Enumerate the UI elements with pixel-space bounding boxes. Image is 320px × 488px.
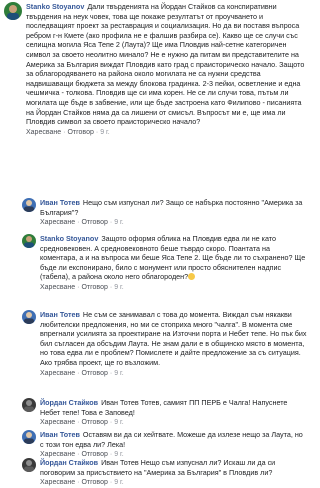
timestamp[interactable]: 9 г.: [114, 419, 123, 426]
comment-body: Йордан Стайков Иван Тотев Тотев, самият П…: [40, 398, 307, 417]
comment-author[interactable]: Йордан Стайков: [40, 398, 98, 407]
comment: Иван Тотев Нещо съм изпуснал ли? Защо се …: [22, 198, 307, 228]
smile-emoji-icon: [188, 273, 196, 281]
comment: Иван Тотев Оставям ви да си хейтвате. Мож…: [22, 430, 307, 460]
comment-body: Иван Тотев Оставям ви да си хейтвате. Мож…: [40, 430, 307, 449]
comment-thread: Stanko Stoyanov Дали твърденията на Йорда…: [0, 0, 311, 486]
comment-author[interactable]: Иван Тотев: [40, 198, 80, 207]
comment-body: Иван Тотев Не съм се занимавал с това до …: [40, 310, 307, 368]
comment-author[interactable]: Stanko Stoyanov: [26, 2, 84, 11]
comment: Stanko Stoyanov Защото оформя облика на П…: [22, 234, 307, 293]
avatar[interactable]: [22, 430, 36, 444]
comment-author[interactable]: Иван Тотев: [40, 310, 80, 319]
comment: Йордан Стайков Иван Тотев Нещо съм изпусн…: [22, 458, 307, 488]
like-button[interactable]: Харесване: [40, 479, 75, 486]
comment-body: Stanko Stoyanov Дали твърденията на Йорда…: [26, 2, 307, 127]
avatar[interactable]: [22, 398, 36, 412]
timestamp[interactable]: 9 г.: [114, 479, 123, 486]
comment-text: Дали твърденията на Йордан Стайков са ко…: [26, 2, 305, 127]
reply-button[interactable]: Отговор: [81, 284, 107, 291]
reply-button[interactable]: Отговор: [67, 129, 93, 136]
timestamp[interactable]: 9 г.: [114, 284, 123, 291]
user-photo-icon: [24, 432, 34, 444]
comment-actions: Харесване · Отговор · 9 г.: [40, 283, 124, 291]
comment-body: Stanko Stoyanov Защото оформя облика на П…: [40, 234, 307, 282]
reply-button[interactable]: Отговор: [81, 370, 107, 377]
user-photo-icon: [7, 5, 19, 20]
like-button[interactable]: Харесване: [40, 419, 75, 426]
timestamp[interactable]: 9 г.: [114, 219, 123, 226]
avatar[interactable]: [22, 458, 36, 472]
comment-body: Йордан Стайков Иван Тотев Нещо съм изпусн…: [40, 458, 307, 477]
comment-actions: Харесване · Отговор · 9 г.: [26, 128, 110, 136]
comment-actions: Харесване · Отговор · 9 г.: [40, 419, 124, 427]
like-button[interactable]: Харесване: [40, 284, 75, 291]
user-photo-icon: [24, 400, 34, 412]
avatar[interactable]: [22, 310, 36, 324]
comment-body: Иван Тотев Нещо съм изпуснал ли? Защо се …: [40, 198, 307, 217]
like-button[interactable]: Харесване: [40, 219, 75, 226]
like-button[interactable]: Харесване: [40, 370, 75, 377]
reply-button[interactable]: Отговор: [81, 479, 107, 486]
comment: Йордан Стайков Иван Тотев Тотев, самият П…: [22, 398, 307, 428]
timestamp[interactable]: 9 г.: [100, 129, 109, 136]
reply-button[interactable]: Отговор: [81, 419, 107, 426]
reply-button[interactable]: Отговор: [81, 219, 107, 226]
user-photo-icon: [24, 200, 34, 212]
timestamp[interactable]: 9 г.: [114, 370, 123, 377]
avatar[interactable]: [22, 198, 36, 212]
comment-actions: Харесване · Отговор · 9 г.: [40, 219, 124, 227]
comment: Stanko Stoyanov Дали твърденията на Йорда…: [4, 2, 307, 138]
avatar[interactable]: [22, 234, 36, 248]
user-photo-icon: [24, 236, 34, 248]
comment-author[interactable]: Иван Тотев: [40, 430, 80, 439]
comment-author[interactable]: Stanko Stoyanov: [40, 234, 98, 243]
comment: Иван Тотев Не съм се занимавал с това до …: [22, 310, 307, 379]
comment-author[interactable]: Йордан Стайков: [40, 458, 98, 467]
avatar[interactable]: [4, 2, 22, 20]
user-photo-icon: [24, 460, 34, 472]
user-photo-icon: [24, 312, 34, 324]
like-button[interactable]: Харесване: [26, 129, 61, 136]
comment-actions: Харесване · Отговор · 9 г.: [40, 369, 124, 377]
